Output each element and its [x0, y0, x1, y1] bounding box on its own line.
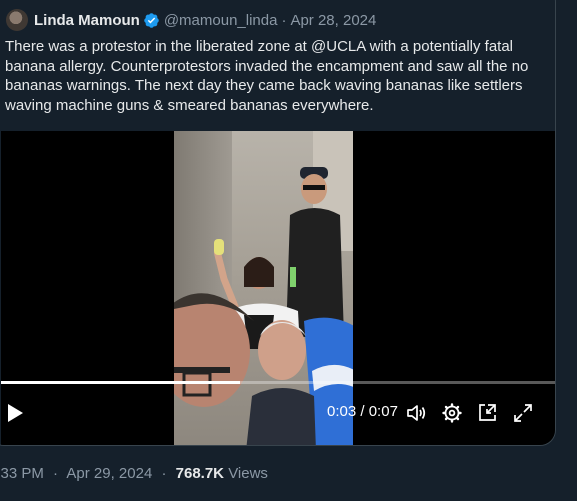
video-time-separator: /	[360, 403, 365, 420]
video-progress-bar[interactable]	[1, 381, 555, 384]
video-duration: 0:07	[368, 403, 398, 420]
picture-in-picture-icon[interactable]	[477, 403, 497, 423]
post-time[interactable]: 3:33 PM	[0, 465, 44, 482]
play-icon[interactable]	[5, 403, 25, 423]
post-meta: 3:33 PM · Apr 29, 2024 · 768.7K Views	[0, 465, 268, 482]
volume-icon[interactable]	[406, 403, 426, 423]
post-full-date[interactable]: Apr 29, 2024	[66, 465, 152, 482]
video-time-display: 0:03 / 0:07	[327, 403, 398, 420]
meta-separator-2: ·	[161, 465, 167, 482]
handle[interactable]: @mamoun_linda	[164, 12, 278, 29]
views-count[interactable]: 768.7K	[176, 465, 224, 482]
display-name[interactable]: Linda Mamoun	[34, 12, 140, 29]
verified-badge-icon	[144, 12, 159, 28]
tweet-text: There was a protestor in the liberated z…	[5, 38, 529, 114]
views-label: Views	[228, 465, 268, 482]
settings-icon[interactable]	[442, 403, 462, 423]
header-separator: ·	[281, 11, 287, 29]
video-progress-fill	[1, 381, 241, 384]
avatar[interactable]	[6, 9, 28, 31]
video-player[interactable]: 0:03 / 0:07	[1, 131, 555, 445]
video-current-time: 0:03	[327, 403, 357, 420]
quoted-tweet-card[interactable]: Linda Mamoun @mamoun_linda · Apr 28, 202…	[0, 0, 556, 446]
fullscreen-icon[interactable]	[513, 403, 533, 423]
post-date[interactable]: Apr 28, 2024	[290, 12, 376, 29]
quoted-tweet-header: Linda Mamoun @mamoun_linda · Apr 28, 202…	[6, 9, 376, 31]
meta-separator: ·	[53, 465, 59, 482]
video-frame	[174, 131, 353, 445]
